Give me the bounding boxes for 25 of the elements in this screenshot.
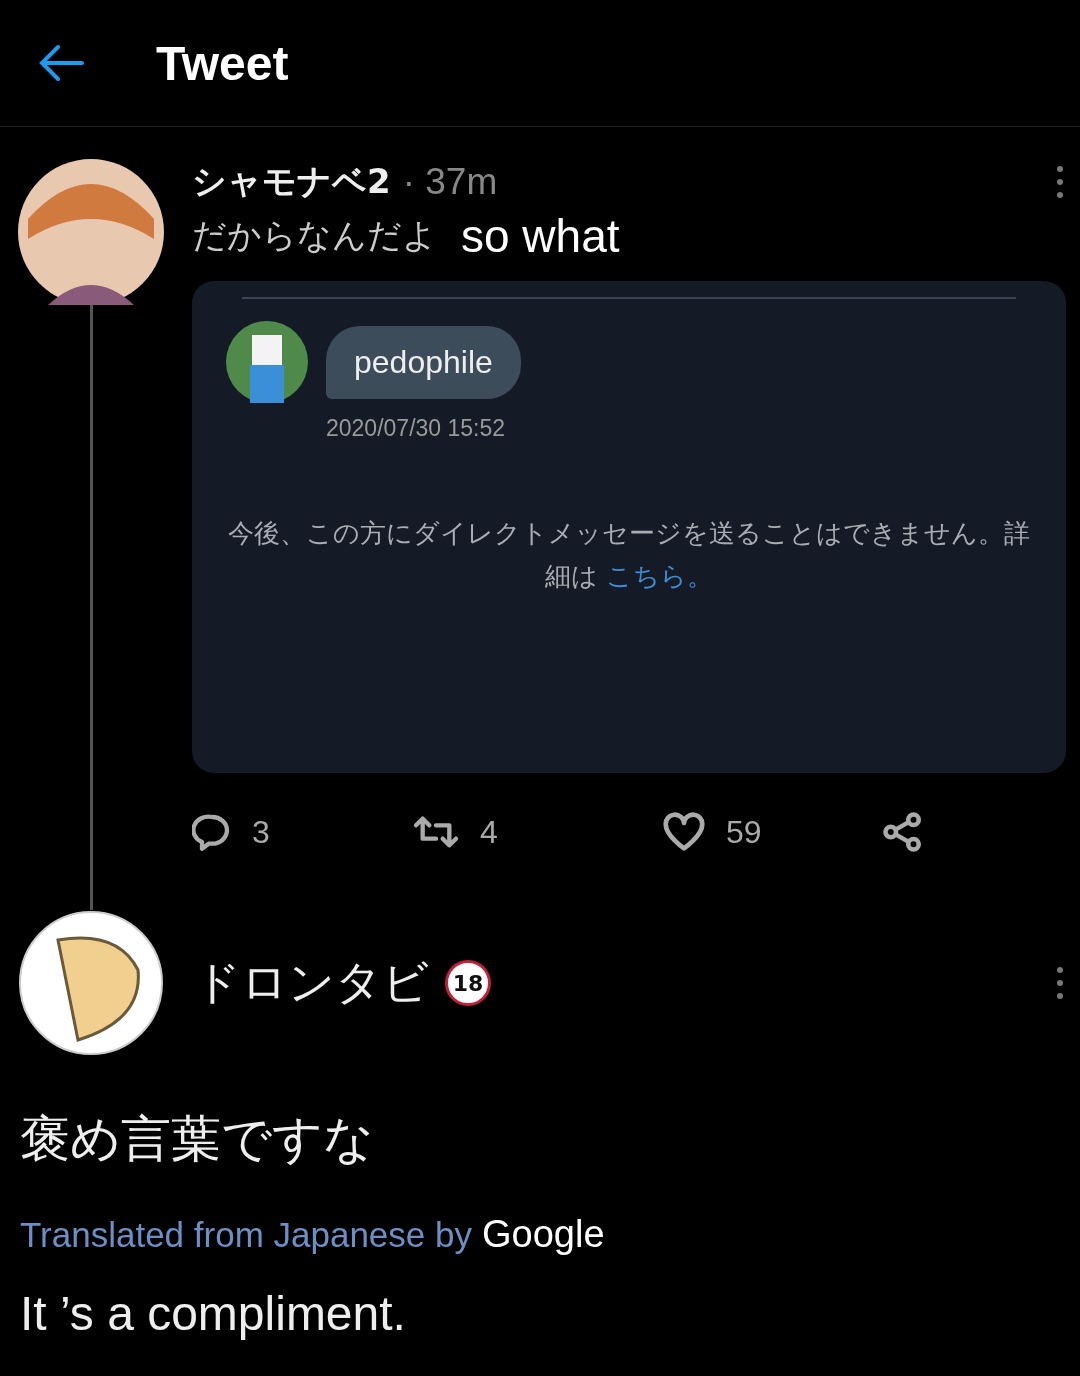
page-title: Tweet bbox=[156, 35, 289, 91]
more-icon[interactable] bbox=[1054, 965, 1066, 1001]
message-timestamp: 2020/07/30 15:52 bbox=[326, 415, 507, 442]
heart-icon bbox=[662, 812, 706, 852]
post-time: · 37m bbox=[402, 161, 498, 203]
translation-label[interactable]: Translated from Japanese by bbox=[20, 1215, 472, 1255]
share-icon bbox=[882, 811, 924, 853]
message-bubble: pedophile bbox=[326, 325, 521, 399]
retweet-button[interactable]: 4 bbox=[412, 812, 662, 852]
speech-bubble-icon bbox=[192, 812, 232, 852]
details-link[interactable]: こちら。 bbox=[606, 560, 714, 591]
tweet-text: だからなんだよ bbox=[192, 214, 437, 257]
user-name[interactable]: ドロンタビ bbox=[194, 952, 429, 1014]
age-badge: 18 bbox=[445, 960, 491, 1006]
avatar[interactable] bbox=[18, 159, 164, 305]
reply-button[interactable]: 3 bbox=[192, 812, 412, 852]
avatar[interactable] bbox=[18, 910, 164, 1056]
notice-text: 今後、この方にダイレクトメッセージを送ることはできません。詳細は こちら。 bbox=[227, 517, 1031, 593]
translator-name: Google bbox=[482, 1213, 605, 1256]
reply-text: 褒め言葉ですな bbox=[19, 1109, 375, 1170]
more-icon[interactable] bbox=[1054, 164, 1066, 200]
caption-text: so what bbox=[461, 209, 620, 263]
like-button[interactable]: 59 bbox=[662, 812, 882, 852]
user-name[interactable]: シャモナベ2 bbox=[192, 159, 391, 205]
translated-text: It ’s a compliment. bbox=[19, 1286, 407, 1341]
